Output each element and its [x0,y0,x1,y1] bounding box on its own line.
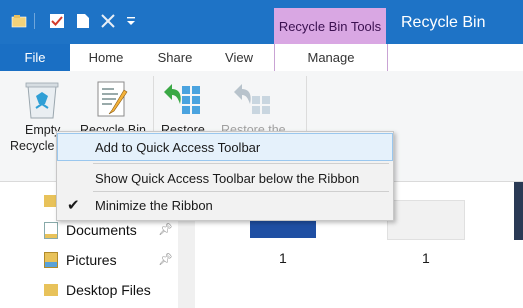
restore-selected-icon [232,82,272,121]
pin-icon[interactable]: 📌︎ [158,252,173,266]
tab-home[interactable]: Home [76,44,136,71]
menu-item-label: Show Quick Access Toolbar below the Ribb… [95,170,360,186]
menu-item-add-to-quick-access[interactable]: Add to Quick Access Toolbar [57,133,393,161]
window-title: Recycle Bin [401,14,486,31]
file-thumbnail[interactable] [387,200,465,240]
folder-icon [44,284,58,296]
tab-manage[interactable]: Manage [274,44,388,71]
nav-item-label: Documents [66,222,137,238]
menu-item-label: Minimize the Ribbon [95,197,213,213]
menu-item-minimize-ribbon[interactable]: ✔ Minimize the Ribbon [57,191,393,219]
tab-file[interactable]: File [0,44,70,71]
nav-item-desktop-files[interactable]: Desktop Files [44,277,151,303]
documents-icon [44,221,58,239]
toolbar-divider [34,13,35,29]
new-folder-icon[interactable] [74,12,92,30]
ribbon-context-menu: Add to Quick Access Toolbar Show Quick A… [56,131,394,221]
explorer-icon[interactable] [10,12,28,30]
menu-item-label: Add to Quick Access Toolbar [95,139,261,155]
restore-all-icon [162,82,202,121]
tab-share[interactable]: Share [146,44,204,71]
pin-icon[interactable]: 📌︎ [158,222,173,236]
recycle-bin-properties-icon [94,80,130,123]
checkmark-icon: ✔ [67,197,80,214]
empty-recycle-bin-label-line2[interactable]: Recycle [10,139,54,153]
nav-item-label: Desktop Files [66,282,151,298]
nav-item-label: Pictures [66,252,117,268]
delete-x-icon[interactable] [99,12,117,30]
menu-item-show-qat-below-ribbon[interactable]: Show Quick Access Toolbar below the Ribb… [57,164,393,192]
customize-dropdown-icon[interactable] [122,12,140,30]
context-tab-group-header: Recycle Bin Tools [274,8,386,44]
tab-view[interactable]: View [210,44,268,71]
item-count-label: 1 [279,250,287,266]
nav-item-pictures[interactable]: Pictures [44,247,117,273]
properties-checkmark-icon[interactable] [48,12,66,30]
file-thumbnail-partial[interactable] [514,182,523,240]
recycle-bin-icon [24,80,60,123]
pictures-icon [44,252,58,268]
item-count-label: 1 [422,250,430,266]
